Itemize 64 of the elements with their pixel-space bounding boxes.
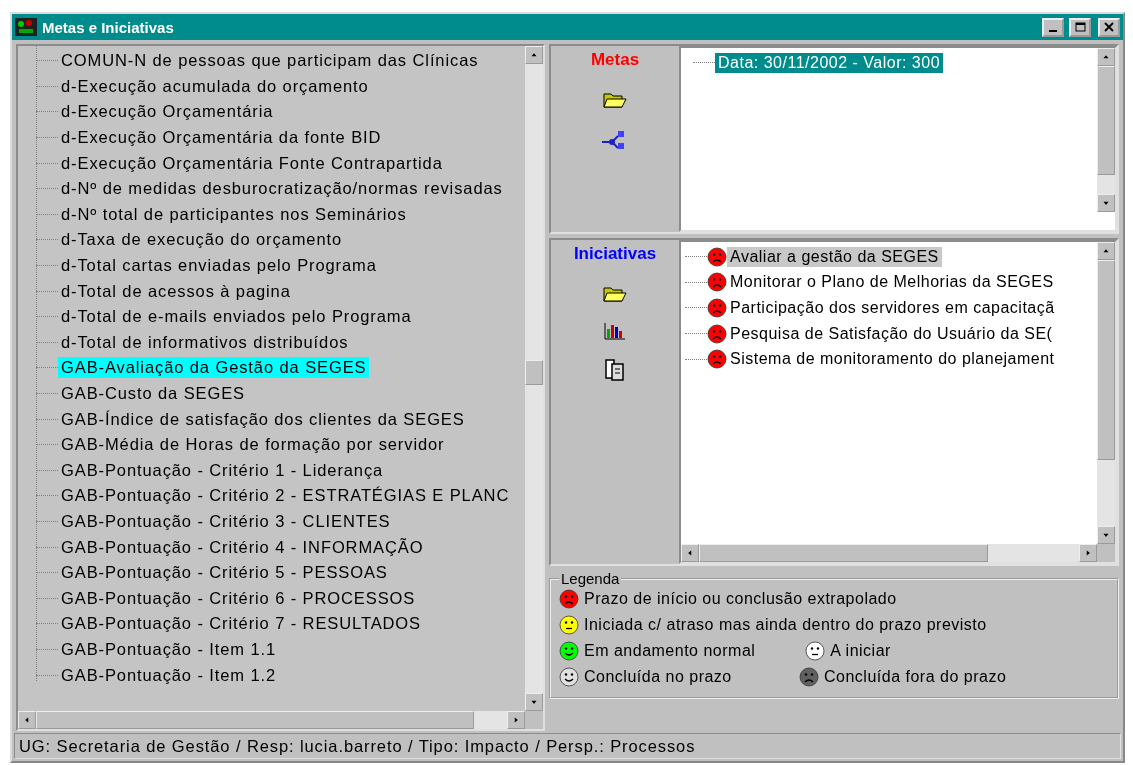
resize-grip[interactable] (1097, 544, 1115, 562)
close-button[interactable] (1098, 17, 1120, 37)
tree-item[interactable]: GAB-Pontuação - Critério 2 - ESTRATÉGIAS E PLANC (58, 485, 513, 507)
tree-item[interactable]: GAB-Pontuação - Critério 7 - RESULTADOS (58, 613, 424, 635)
legend-label: Prazo de início ou conclusão extrapolado (584, 590, 897, 608)
tree-item[interactable]: d-Execução Orçamentária Fonte Contrapartida (58, 152, 446, 174)
tree-item[interactable]: Avaliar a gestão da SEGES (727, 246, 942, 267)
tree-item[interactable]: Sistema de monitoramento do planejament (727, 349, 1058, 370)
tree-item[interactable]: GAB-Avaliação da Gestão da SEGES (58, 357, 370, 379)
minimize-button[interactable] (1042, 17, 1064, 37)
vertical-scrollbar[interactable] (1097, 48, 1115, 212)
bar-chart-icon[interactable] (604, 322, 626, 340)
tree-item[interactable]: d-Nº de medidas desburocratização/normas revisadas (58, 178, 506, 200)
resize-grip[interactable] (525, 711, 543, 729)
tree-item[interactable]: GAB-Pontuação - Item 1.1 (58, 638, 280, 660)
scroll-thumb[interactable] (1097, 66, 1115, 175)
status-bar: UG: Secretaria de Gestão / Resp: lucia.barreto / Tipo: Impacto / Persp.: Processos (14, 733, 1121, 759)
tree-item[interactable]: d-Total de acessos à pagina (58, 280, 294, 302)
maximize-icon (1074, 22, 1086, 32)
tree-item[interactable]: Pesquisa de Satisfação do Usuário da SE( (727, 323, 1056, 344)
tree-item[interactable]: GAB-Índice de satisfação dos clientes da SEGES (58, 408, 468, 430)
tree-item[interactable]: d-Execução Orçamentária (58, 101, 277, 123)
window-title: Metas e Iniciativas (42, 18, 175, 36)
legend-label: Concluída no prazo (584, 668, 732, 686)
tree-item[interactable]: GAB-Média de Horas de formação por servidor (58, 434, 448, 456)
metas-tree[interactable]: Data: 30/11/2002 - Valor: 300 (679, 46, 1117, 232)
tree-item[interactable]: d-Total de informativos distribuídos (58, 331, 352, 353)
legend-label: Concluída fora do prazo (824, 668, 1007, 686)
vertical-scrollbar[interactable] (1097, 242, 1115, 544)
maximize-button[interactable] (1069, 17, 1091, 37)
iniciativas-tree[interactable]: Avaliar a gestão da SEGES Monitorar o Plano de Melhorias da SEGES Participação dos servidores em capacitaçã Pesquisa de Satisfação do Usuário da SE( Sistema de monitoramento do planejament (679, 240, 1117, 564)
indicator-tree[interactable] (16, 44, 545, 731)
tree-item[interactable]: d-Nº total de participantes nos Seminários (58, 203, 410, 225)
scroll-thumb[interactable] (525, 359, 543, 385)
metas-heading: Metas (590, 50, 640, 70)
tree-item[interactable]: d-Taxa de execução do orçamento (58, 229, 346, 251)
minimize-icon (1049, 30, 1057, 32)
tree-item[interactable]: d-Execução Orçamentária da fonte BID (58, 127, 385, 149)
horizontal-scrollbar[interactable] (681, 544, 1097, 562)
tree-item[interactable]: Monitorar o Plano de Melhorias da SEGES (727, 272, 1057, 293)
vertical-scrollbar[interactable] (525, 46, 543, 711)
app-icon (15, 18, 37, 36)
tree-item[interactable]: GAB-Pontuação - Item 1.2 (58, 664, 280, 686)
tree-item[interactable]: d-Execução acumulada do orçamento (58, 75, 372, 97)
legend-label: A iniciar (830, 642, 891, 660)
tree-item[interactable]: GAB-Pontuação - Critério 6 - PROCESSOS (58, 587, 419, 609)
scroll-thumb[interactable] (699, 544, 988, 562)
tree-item[interactable]: COMUN-N de pessoas que participam das Clínicas (58, 50, 482, 72)
copy-document-icon[interactable] (604, 358, 626, 382)
iniciativas-heading: Iniciativas (573, 244, 657, 264)
tree-item[interactable]: Participação dos servidores em capacitaçã (727, 298, 1058, 318)
tree-item[interactable]: GAB-Pontuação - Critério 5 - PESSOAS (58, 562, 391, 584)
scroll-thumb[interactable] (1097, 260, 1115, 460)
tree-item[interactable]: GAB-Custo da SEGES (58, 383, 249, 404)
tree-item[interactable]: Data: 30/11/2002 - Valor: 300 (715, 52, 944, 73)
legend-label: Em andamento normal (584, 642, 756, 660)
tree-item[interactable]: d-Total cartas enviadas pelo Programa (58, 255, 380, 277)
legend-title: Legenda (560, 570, 621, 587)
legend-label: Iniciada c/ atraso mas ainda dentro do prazo previsto (584, 616, 987, 634)
tree-item[interactable]: GAB-Pontuação - Critério 1 - Liderança (58, 459, 387, 481)
tree-item[interactable]: d-Total de e-mails enviados pelo Programa (58, 306, 415, 328)
tree-item[interactable]: GAB-Pontuação - Critério 3 - CLIENTES (58, 511, 394, 532)
close-icon (1104, 22, 1114, 32)
tree-item[interactable]: GAB-Pontuação - Critério 4 - INFORMAÇÃO (58, 536, 427, 558)
